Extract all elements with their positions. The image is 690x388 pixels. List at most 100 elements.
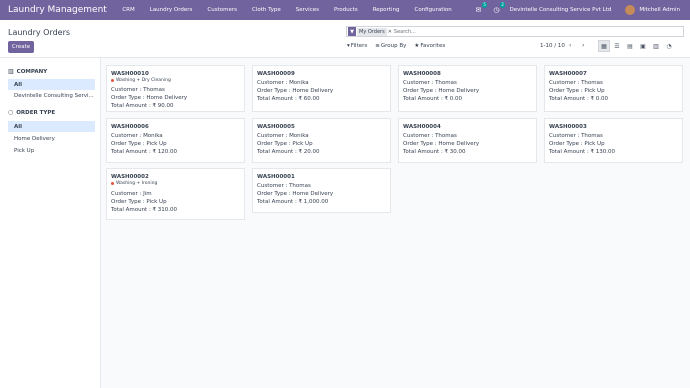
form-view-icon[interactable]: ▤ [624, 40, 636, 52]
company-switcher[interactable]: Devintelle Consulting Service Pvt Ltd [509, 7, 611, 13]
search-facet: My Orders [357, 27, 387, 36]
menu-item-reporting[interactable]: Reporting [365, 7, 407, 13]
kanban-card[interactable]: WASH00004 Customer : Thomas Order Type :… [398, 118, 537, 163]
menu-item-laundry-orders[interactable]: Laundry Orders [142, 7, 200, 13]
customer-field: Customer : Thomas [403, 80, 457, 86]
kanban-card[interactable]: WASH00010 Washing + Dry Cleaning Custome… [106, 65, 245, 112]
order-type-field: Order Type : Pick Up [549, 88, 605, 94]
menu-item-configuration[interactable]: Configuration [407, 7, 459, 13]
order-type-field: Order Type : Home Delivery [257, 191, 334, 197]
list-view-icon[interactable]: ☰ [611, 40, 623, 52]
order-reference: WASH00010 [111, 71, 149, 77]
order-type-item-home-delivery[interactable]: Home Delivery [8, 133, 95, 144]
total-amount-field: Total Amount : ₹ 0.00 [403, 96, 463, 102]
total-amount-field: Total Amount : ₹ 0.00 [549, 96, 609, 102]
filters-label: Filters [350, 43, 368, 49]
total-amount-field: Total Amount : ₹ 30.00 [403, 149, 466, 155]
pager-value[interactable]: 1-10 / 10 [540, 43, 565, 49]
service-tag: Washing + Dry Cleaning [111, 78, 171, 83]
kanban-view-icon[interactable]: ▦ [598, 40, 610, 52]
total-amount-field: Total Amount : ₹ 1,000.00 [257, 199, 329, 205]
company-header-label: COMPANY [16, 68, 48, 75]
customer-field: Customer : Thomas [549, 80, 603, 86]
remove-facet-icon[interactable]: ✕ [388, 29, 392, 35]
tag-dot-icon [111, 182, 114, 185]
customer-field: Customer : Monika [257, 80, 309, 86]
activity-view-icon[interactable]: ◔ [663, 40, 675, 52]
customer-field: Customer : Thomas [403, 133, 457, 139]
menu-item-services[interactable]: Services [288, 7, 326, 13]
favorites-button[interactable]: ★ Favorites [414, 43, 445, 49]
customer-field: Customer : Thomas [549, 133, 603, 139]
menu-item-customers[interactable]: Customers [200, 7, 245, 13]
group-by-label: Group By [380, 43, 407, 49]
order-type-header-label: ORDER TYPE [16, 109, 56, 116]
order-type-field: Order Type : Home Delivery [403, 88, 480, 94]
order-type-field: Order Type : Home Delivery [403, 141, 480, 147]
kanban-card[interactable]: WASH00005 Customer : Monika Order Type :… [252, 118, 391, 163]
search-bar[interactable]: ▼ My Orders ✕ Search... [346, 26, 684, 37]
order-type-field: Order Type : Pick Up [549, 141, 605, 147]
order-type-field: Order Type : Pick Up [257, 141, 313, 147]
app-brand[interactable]: Laundry Management [8, 5, 107, 15]
customer-field: Customer : Thomas [257, 183, 311, 189]
pager-previous-icon[interactable]: ‹ [569, 42, 571, 49]
view-switcher: ▦ ☰ ▤ ▣ ▥ ◔ [598, 40, 676, 52]
filters-button[interactable]: ▾ Filters [347, 43, 367, 49]
order-type-item-all[interactable]: All [8, 121, 95, 132]
service-tag: Washing + Ironing [111, 181, 157, 186]
group-by-icon: ≡ [375, 43, 380, 49]
circle-icon: ○ [8, 109, 14, 116]
order-reference: WASH00001 [257, 174, 295, 180]
search-input[interactable]: Search... [394, 29, 416, 35]
order-type-field: Order Type : Home Delivery [257, 88, 334, 94]
page-title: Laundry Orders [8, 28, 71, 37]
control-panel: Laundry Orders Create ▼ My Orders ✕ Sear… [0, 20, 690, 58]
order-reference: WASH00003 [549, 124, 587, 130]
graph-view-icon[interactable]: ▥ [650, 40, 662, 52]
menu-item-cloth-type[interactable]: Cloth Type [245, 7, 289, 13]
group-by-button[interactable]: ≡ Group By [375, 43, 406, 49]
company-item-all[interactable]: All [8, 79, 95, 90]
kanban-card[interactable]: WASH00007 Customer : Thomas Order Type :… [544, 65, 683, 112]
kanban-card[interactable]: WASH00009 Customer : Monika Order Type :… [252, 65, 391, 112]
total-amount-field: Total Amount : ₹ 60.00 [257, 96, 320, 102]
search-panel: ▥ COMPANY All Devintelle Consulting Servi… [0, 58, 101, 388]
total-amount-field: Total Amount : ₹ 90.00 [111, 103, 174, 109]
create-button[interactable]: Create [8, 41, 34, 53]
total-amount-field: Total Amount : ₹ 130.00 [549, 149, 616, 155]
order-reference: WASH00004 [403, 124, 441, 130]
order-type-filter-header: ○ ORDER TYPE [8, 109, 55, 116]
activities-icon[interactable]: ◷ 2 [491, 2, 506, 15]
order-reference: WASH00002 [111, 174, 149, 180]
total-amount-field: Total Amount : ₹ 20.00 [257, 149, 320, 155]
menu-item-products[interactable]: Products [326, 7, 365, 13]
filter-icon: ▾ [347, 43, 350, 49]
user-menu[interactable]: Mitchell Admin [639, 7, 680, 13]
customer-field: Customer : Monika [111, 133, 163, 139]
building-icon: ▥ [8, 68, 14, 75]
order-type-item-pick-up[interactable]: Pick Up [8, 145, 95, 156]
menu-item-crm[interactable]: CRM [115, 7, 142, 13]
order-reference: WASH00006 [111, 124, 149, 130]
kanban-card[interactable]: WASH00001 Customer : Thomas Order Type :… [252, 168, 391, 213]
customer-field: Customer : Monika [257, 133, 309, 139]
kanban-card[interactable]: WASH00008 Customer : Thomas Order Type :… [398, 65, 537, 112]
user-avatar[interactable] [625, 5, 636, 15]
kanban-card[interactable]: WASH00003 Customer : Thomas Order Type :… [544, 118, 683, 163]
kanban-card[interactable]: WASH00006 Customer : Monika Order Type :… [106, 118, 245, 163]
activities-count-badge: 2 [499, 2, 506, 8]
kanban-card[interactable]: WASH00002 Washing + Ironing Customer : J… [106, 168, 245, 220]
order-type-field: Order Type : Pick Up [111, 199, 167, 205]
messages-count-badge: 5 [481, 2, 488, 8]
pager-next-icon[interactable]: › [582, 42, 584, 49]
messages-icon[interactable]: ✉ 5 [473, 2, 488, 15]
total-amount-field: Total Amount : ₹ 310.00 [111, 207, 178, 213]
customer-field: Customer : Jim [111, 191, 152, 197]
filter-facet-icon: ▼ [348, 27, 356, 36]
order-reference: WASH00005 [257, 124, 295, 130]
top-navbar: Laundry Management CRM Laundry Orders Cu… [0, 0, 690, 20]
calendar-view-icon[interactable]: ▣ [637, 40, 649, 52]
company-item-devintelle[interactable]: Devintelle Consulting Servi... [8, 90, 95, 101]
order-reference: WASH00007 [549, 71, 587, 77]
